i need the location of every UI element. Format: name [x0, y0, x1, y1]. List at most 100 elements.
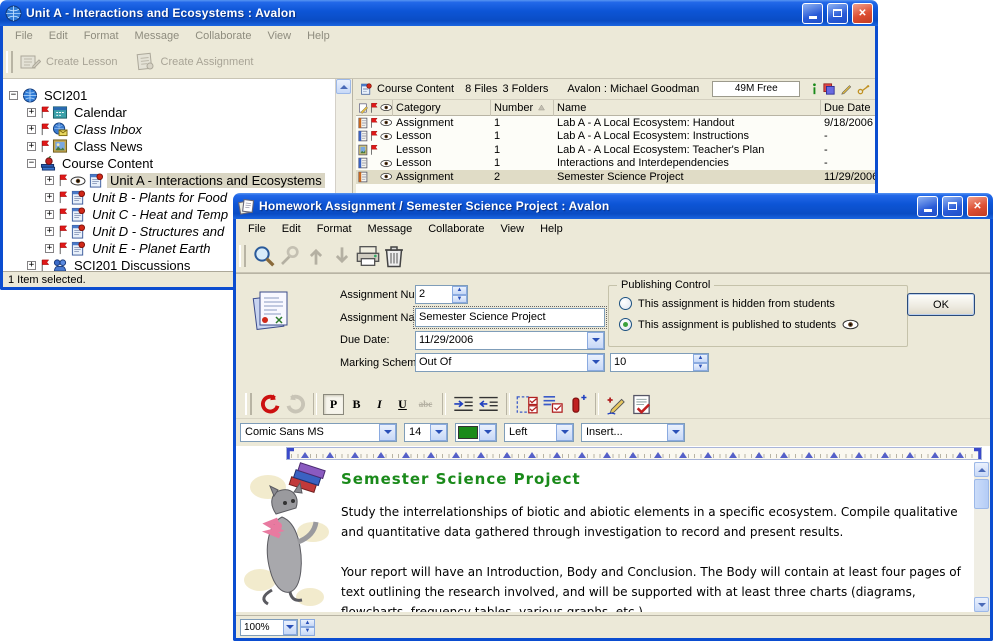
plain-style-button[interactable]: P — [323, 394, 344, 415]
tab-stop-marker[interactable] — [377, 448, 385, 458]
chevron-down-icon[interactable] — [283, 620, 297, 635]
bold-button[interactable]: B — [346, 394, 367, 415]
table-row[interactable]: Lesson1Lab A - A Local Ecosystem: Instru… — [356, 130, 875, 144]
tree-item-label[interactable]: Calendar — [71, 105, 130, 120]
tab-stop-marker[interactable] — [553, 448, 561, 458]
radio-published-option[interactable]: This assignment is published to students — [619, 318, 859, 331]
tab-stop-marker[interactable] — [679, 448, 687, 458]
decrease-indent-icon[interactable] — [477, 393, 500, 416]
edit-column-icon[interactable] — [358, 102, 368, 114]
tab-stop-marker[interactable] — [629, 448, 637, 458]
column-number[interactable]: Number — [490, 100, 553, 116]
document-editor[interactable]: Semester Science Project Study the inter… — [236, 462, 974, 612]
edit-icon[interactable] — [840, 82, 852, 96]
tab-stop-marker[interactable] — [881, 448, 889, 458]
menu-collaborate[interactable]: Collaborate — [420, 219, 492, 239]
editor-scrollbar[interactable] — [974, 462, 990, 612]
column-due-date[interactable]: Due Date — [820, 100, 875, 116]
tree-item-label[interactable]: Unit B - Plants for Food — [89, 190, 230, 205]
tab-stop-marker[interactable] — [578, 448, 586, 458]
tab-stop-marker[interactable] — [351, 448, 359, 458]
row-format-icon[interactable] — [541, 393, 564, 416]
minimize-button[interactable] — [917, 196, 938, 217]
tree-item-label[interactable]: Unit A - Interactions and Ecosystems — [107, 173, 325, 188]
tab-stop-marker[interactable] — [301, 448, 309, 458]
radio-selected-icon[interactable] — [619, 318, 632, 331]
due-date-combobox[interactable]: 11/29/2006 — [415, 331, 605, 350]
tab-stop-marker[interactable] — [402, 448, 410, 458]
maximize-button[interactable] — [942, 196, 963, 217]
increase-indent-icon[interactable] — [452, 393, 475, 416]
tab-stop-marker[interactable] — [931, 448, 939, 458]
eye-column-icon[interactable] — [380, 103, 392, 112]
maximize-button[interactable] — [827, 3, 848, 24]
tab-stop-marker[interactable] — [654, 448, 662, 458]
font-color-select[interactable] — [455, 423, 497, 442]
scroll-up-icon[interactable] — [336, 79, 351, 94]
tab-stop-marker[interactable] — [805, 448, 813, 458]
close-button[interactable]: ✕ — [852, 3, 873, 24]
expand-icon[interactable]: + — [45, 210, 54, 219]
spellcheck-icon[interactable] — [630, 393, 653, 416]
toolbar-grip[interactable] — [239, 245, 246, 267]
tab-stop-marker[interactable] — [503, 448, 511, 458]
tree-item-label[interactable]: Unit C - Heat and Temp — [89, 207, 231, 222]
zoom-stepper[interactable]: ▲▼ — [300, 619, 315, 636]
expand-icon[interactable]: + — [27, 142, 36, 151]
ok-button[interactable]: OK — [907, 293, 975, 316]
table-row[interactable]: Lesson1Interactions and Interdependencie… — [356, 157, 875, 171]
collapse-icon[interactable]: − — [9, 91, 18, 100]
tree-item[interactable]: +Unit A - Interactions and Ecosystems — [3, 172, 352, 189]
titlebar[interactable]: Homework Assignment / Semester Science P… — [233, 193, 993, 219]
chevron-down-icon[interactable] — [479, 424, 496, 441]
tab-stop-marker[interactable] — [427, 448, 435, 458]
chevron-down-icon[interactable] — [587, 354, 604, 371]
tree-item-label[interactable]: SCI201 Discussions — [71, 258, 193, 271]
tab-stop-marker[interactable] — [603, 448, 611, 458]
info-icon[interactable] — [811, 82, 818, 96]
expand-icon[interactable]: + — [45, 193, 54, 202]
chevron-down-icon[interactable] — [587, 332, 604, 349]
scroll-down-icon[interactable] — [974, 597, 989, 612]
menu-edit[interactable]: Edit — [274, 219, 309, 239]
chevron-down-icon[interactable] — [430, 424, 447, 441]
chevron-down-icon[interactable] — [667, 424, 684, 441]
tab-stop-marker[interactable] — [729, 448, 737, 458]
expand-icon[interactable]: + — [45, 244, 54, 253]
font-family-select[interactable]: Comic Sans MS — [240, 423, 397, 442]
menu-help[interactable]: Help — [532, 219, 571, 239]
tab-stop-marker[interactable] — [830, 448, 838, 458]
expand-icon[interactable]: + — [45, 227, 54, 236]
column-category[interactable]: Category — [392, 100, 490, 116]
tree-item[interactable]: + Class News — [3, 138, 352, 155]
toolbar-grip[interactable] — [6, 51, 13, 73]
expand-icon[interactable]: + — [27, 125, 36, 134]
zoom-select[interactable]: 100% — [240, 619, 298, 636]
marking-amount-stepper[interactable]: 10 ▲▼ — [610, 353, 709, 372]
underline-button[interactable]: U — [392, 394, 413, 415]
menu-message[interactable]: Message — [360, 219, 421, 239]
assignment-name-input[interactable]: Semester Science Project — [415, 308, 605, 327]
tree-item[interactable]: −Course Content — [3, 155, 352, 172]
tab-stop-marker[interactable] — [906, 448, 914, 458]
menu-format[interactable]: Format — [309, 219, 360, 239]
table-row[interactable]: Lesson1Lab A - A Local Ecosystem: Teache… — [356, 143, 875, 157]
table-row[interactable]: Assignment2Semester Science Project11/29… — [356, 170, 875, 184]
menu-file[interactable]: File — [240, 219, 274, 239]
print-icon[interactable] — [356, 244, 380, 268]
scrollbar-thumb[interactable] — [974, 479, 989, 509]
table-row[interactable]: Assignment1Lab A - A Local Ecosystem: Ha… — [356, 116, 875, 130]
tree-item-label[interactable]: SCI201 — [41, 88, 90, 103]
close-button[interactable]: ✕ — [967, 196, 988, 217]
expand-icon[interactable]: + — [27, 108, 36, 117]
menu-view[interactable]: View — [492, 219, 532, 239]
tab-stop-marker[interactable] — [477, 448, 485, 458]
paragraph-mark-icon[interactable] — [566, 393, 589, 416]
tree-item-label[interactable]: Class News — [71, 139, 146, 154]
copy-icon[interactable] — [823, 82, 835, 96]
tree-item[interactable]: + Calendar — [3, 104, 352, 121]
radio-hidden-option[interactable]: This assignment is hidden from students — [619, 297, 835, 310]
search-icon[interactable] — [252, 244, 276, 268]
tab-stop-marker[interactable] — [452, 448, 460, 458]
tree-item[interactable]: +Class Inbox — [3, 121, 352, 138]
